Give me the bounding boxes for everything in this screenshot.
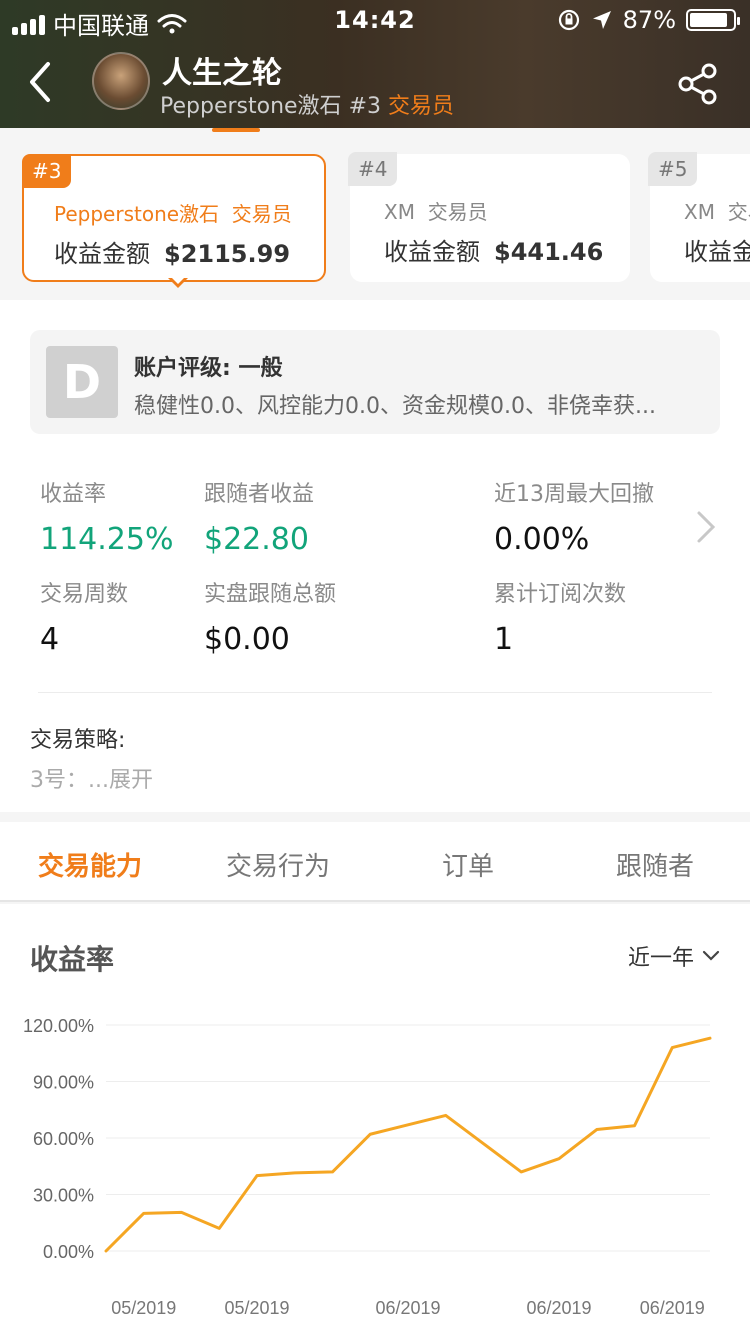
rank-card-role: 交易员 — [427, 200, 488, 224]
status-right: 87% — [557, 6, 740, 34]
strategy-label: 交易策略: — [30, 728, 126, 753]
tab-trading-behavior[interactable]: 交易行为 — [226, 846, 330, 883]
rank-card-earn: 收益金额 $441.46 — [384, 232, 603, 267]
stat-subscriptions: 累计订阅次数 1 — [494, 576, 626, 657]
series-line — [104, 1036, 712, 1253]
strategy-expand-link[interactable]: 3号：...展开 — [30, 762, 153, 794]
rank-badge: #3 — [22, 154, 72, 188]
stat-value: 1 — [494, 622, 514, 657]
avatar[interactable] — [92, 52, 150, 110]
stat-label: 跟随者收益 — [204, 482, 315, 507]
active-card-pointer — [168, 276, 188, 288]
share-icon[interactable] — [676, 62, 720, 106]
rank-card-earn-label: 收益金额 — [384, 238, 480, 266]
rank-card-4[interactable]: #4 XM 交易员 收益金额 $441.46 — [348, 152, 630, 282]
rank-card-earn-value: $441.46 — [494, 238, 604, 266]
stat-label: 累计订阅次数 — [494, 582, 627, 607]
trader-name: 人生之轮 — [162, 56, 282, 91]
rank-card-role: 交易员 — [231, 202, 292, 226]
rank-card-broker: Pepperstone激石 交易员 — [54, 198, 292, 227]
rank-card-earn: 收益金额 $2115.99 — [54, 234, 290, 269]
rank-card-broker-name: XM — [384, 200, 415, 224]
orientation-lock-icon — [558, 9, 579, 31]
rating-description: 稳健性0.0、风控能力0.0、资金规模0.0、非侥幸获... — [134, 394, 656, 419]
stat-value: 4 — [40, 622, 60, 657]
status-bar: 中国联通 14:42 87% — [0, 0, 750, 40]
x-tick-label: 06/2019 — [375, 1298, 440, 1318]
battery-icon — [686, 9, 740, 31]
rank-card-5[interactable]: #5 XM 交易员 收益金额 — [648, 152, 750, 282]
account-rating[interactable]: D 账户评级: 一般 稳健性0.0、风控能力0.0、资金规模0.0、非侥幸获..… — [30, 330, 720, 434]
rank-card-broker-name: Pepperstone激石 — [54, 202, 220, 226]
rank-card-broker: XM 交易员 — [684, 196, 750, 225]
y-tick-label: 60.00% — [33, 1129, 94, 1149]
stat-label: 近13周最大回撤 — [494, 482, 654, 507]
stat-label: 实盘跟随总额 — [204, 582, 337, 607]
rank-card-earn-label: 收益金额 — [684, 238, 750, 266]
stat-real-follow-total: 实盘跟随总额 $0.00 — [204, 576, 336, 657]
divider — [38, 692, 712, 693]
tab-trading-ability[interactable]: 交易能力 — [38, 846, 142, 883]
y-tick-label: 0.00% — [43, 1242, 94, 1262]
rank-card-earn: 收益金额 — [684, 232, 750, 267]
x-tick-label: 06/2019 — [640, 1298, 705, 1318]
trader-role: 交易员 — [388, 94, 455, 119]
x-tick-label: 05/2019 — [111, 1298, 176, 1318]
stat-value: 0.00% — [494, 522, 590, 557]
stat-label: 收益率 — [40, 482, 107, 507]
rating-grade: D — [46, 346, 118, 418]
tab-followers[interactable]: 跟随者 — [616, 846, 694, 883]
y-tick-label: 120.00% — [23, 1016, 94, 1036]
location-icon — [592, 11, 611, 29]
stat-value: $0.00 — [204, 622, 290, 657]
trader-broker: Pepperstone激石 — [160, 94, 342, 119]
stat-label: 交易周数 — [40, 582, 129, 607]
x-tick-label: 06/2019 — [526, 1298, 591, 1318]
header-bar: 中国联通 14:42 87% 人生之轮 Pepperstone激石 #3 交易员 — [0, 0, 750, 128]
chevron-right-icon[interactable] — [696, 510, 716, 544]
battery-percent: 87% — [622, 6, 676, 34]
back-icon[interactable] — [22, 60, 62, 104]
rank-card-strip[interactable]: #3 Pepperstone激石 交易员 收益金额 $2115.99 #4 XM … — [0, 132, 750, 300]
trader-subtitle: Pepperstone激石 #3 交易员 — [160, 88, 454, 120]
rating-title: 账户评级: 一般 — [134, 356, 283, 381]
stat-trade-weeks: 交易周数 4 — [40, 576, 128, 657]
rank-badge: #4 — [348, 152, 398, 186]
section-tabs: 交易能力 交易行为 订单 跟随者 — [0, 822, 750, 902]
rank-badge: #5 — [648, 152, 698, 186]
y-tick-label: 30.00% — [33, 1186, 94, 1206]
tab-orders[interactable]: 订单 — [442, 846, 494, 883]
return-line-chart: 0.00% 30.00% 60.00% 90.00% 120.00% 05/2019 05/… — [23, 1016, 712, 1318]
rank-card-3[interactable]: #3 Pepperstone激石 交易员 收益金额 $2115.99 — [22, 154, 326, 282]
rank-card-earn-value: $2115.99 — [164, 240, 291, 268]
stat-value: 114.25% — [40, 522, 174, 557]
trader-rank: #3 — [348, 94, 381, 119]
rank-card-broker: XM 交易员 — [384, 196, 488, 225]
stat-value: $22.80 — [204, 522, 309, 557]
y-tick-label: 90.00% — [33, 1073, 94, 1093]
stat-max-drawdown: 近13周最大回撤 0.00% — [494, 476, 654, 557]
x-tick-label: 05/2019 — [224, 1298, 289, 1318]
rank-card-broker-name: XM — [684, 200, 715, 224]
stat-return-rate: 收益率 114.25% — [40, 476, 173, 557]
rank-card-role: 交易员 — [727, 200, 750, 224]
rank-card-earn-label: 收益金额 — [54, 240, 150, 268]
trader-overview-panel: D 账户评级: 一般 稳健性0.0、风控能力0.0、资金规模0.0、非侥幸获..… — [0, 300, 750, 812]
return-chart-section: 收益率 近一年 0.00% 30.00% 60.00% 90.00% 120.00% 05… — [0, 904, 750, 1334]
stat-follower-profit: 跟随者收益 $22.80 — [204, 476, 314, 557]
